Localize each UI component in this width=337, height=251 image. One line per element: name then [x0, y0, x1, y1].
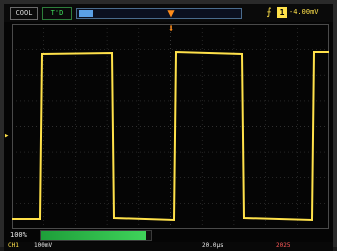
timebase-readout: 20.0μs — [202, 242, 224, 249]
trigger-source-badge: 1 — [277, 7, 287, 18]
trigger-level-readout: -4.00mV — [289, 8, 319, 16]
memory-window-indicator[interactable] — [79, 10, 93, 17]
graticule — [12, 24, 329, 229]
channel-marker-icon[interactable]: ▸ — [4, 131, 11, 141]
oscilloscope-screen: COOL T'D ▼ ⨍ 1 -4.00mV ⬇ ▸ 100% CH1 100m… — [4, 4, 333, 251]
rising-edge-icon: ⨍ — [266, 7, 272, 18]
ch1-volts-per-div: 100mV — [34, 242, 53, 249]
acquisition-progress-fill — [41, 231, 146, 240]
ch1-label[interactable]: CH1 — [8, 242, 30, 250]
ch1-scale-percent: 100% — [10, 231, 27, 239]
memory-position-bar[interactable] — [76, 8, 242, 19]
trigger-status-label: T'D — [42, 7, 72, 20]
status-bar: COOL T'D ▼ ⨍ 1 -4.00mV — [4, 4, 333, 22]
waveform-grid — [12, 24, 329, 229]
acquisition-progress-bar — [40, 230, 152, 241]
date-readout: 2025 — [276, 242, 291, 249]
trigger-position-icon: ▼ — [167, 6, 175, 20]
acquire-mode-label[interactable]: COOL — [10, 7, 38, 20]
oscilloscope-bezel: COOL T'D ▼ ⨍ 1 -4.00mV ⬇ ▸ 100% CH1 100m… — [0, 0, 337, 251]
